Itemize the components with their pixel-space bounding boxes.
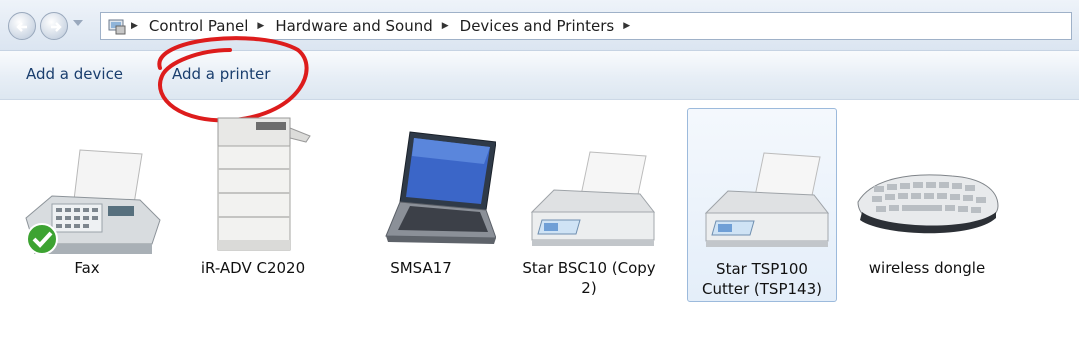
device-ir-adv-c2020[interactable]: iR-ADV C2020 <box>178 108 328 302</box>
device-label: iR-ADV C2020 <box>200 259 306 277</box>
copier-icon <box>217 117 311 251</box>
control-panel-icon <box>108 19 126 35</box>
back-button[interactable] <box>8 12 36 40</box>
laptop-icon <box>385 131 496 244</box>
address-path[interactable]: ▶ Control Panel ▶ Hardware and Sound ▶ D… <box>100 12 1072 40</box>
add-printer-button[interactable]: Add a printer <box>172 65 270 83</box>
default-check-icon <box>26 223 58 255</box>
back-arrow-icon <box>16 22 27 32</box>
device-fax[interactable]: Fax <box>12 108 162 302</box>
device-label: wireless dongle <box>868 259 986 277</box>
printer-icon <box>530 151 656 246</box>
device-label: Star BSC10 (Copy 2) <box>522 259 656 297</box>
address-bar: ▶ Control Panel ▶ Hardware and Sound ▶ D… <box>0 0 1079 51</box>
keyboard-icon <box>857 174 999 234</box>
device-star-bsc10-copy-2[interactable]: Star BSC10 (Copy 2) <box>514 108 664 302</box>
recent-pages-dropdown[interactable] <box>73 20 83 26</box>
command-bar: Add a device Add a printer <box>0 51 1079 100</box>
add-device-button[interactable]: Add a device <box>26 65 123 83</box>
breadcrumb-separator[interactable]: ▶ <box>257 21 264 31</box>
device-label: Star TSP100 Cutter (TSP143) <box>702 260 822 298</box>
breadcrumb-separator[interactable]: ▶ <box>442 21 449 31</box>
device-smsa17[interactable]: SMSA17 <box>346 108 496 302</box>
breadcrumb: ▶ Control Panel ▶ Hardware and Sound ▶ D… <box>131 13 641 39</box>
device-label: Fax <box>74 259 100 277</box>
breadcrumb-separator[interactable]: ▶ <box>131 21 138 31</box>
printer-icon <box>704 152 830 247</box>
device-wireless-dongle[interactable]: wireless dongle <box>852 108 1002 302</box>
breadcrumb-control-panel[interactable]: Control Panel <box>149 17 248 35</box>
device-star-tsp100-cutter[interactable]: Star TSP100 Cutter (TSP143) <box>687 108 837 302</box>
breadcrumb-hardware-and-sound[interactable]: Hardware and Sound <box>275 17 432 35</box>
breadcrumb-separator[interactable]: ▶ <box>623 21 630 31</box>
forward-button[interactable] <box>40 12 68 40</box>
device-label: SMSA17 <box>390 259 452 277</box>
breadcrumb-devices-and-printers[interactable]: Devices and Printers <box>460 17 615 35</box>
forward-arrow-icon <box>51 22 62 32</box>
